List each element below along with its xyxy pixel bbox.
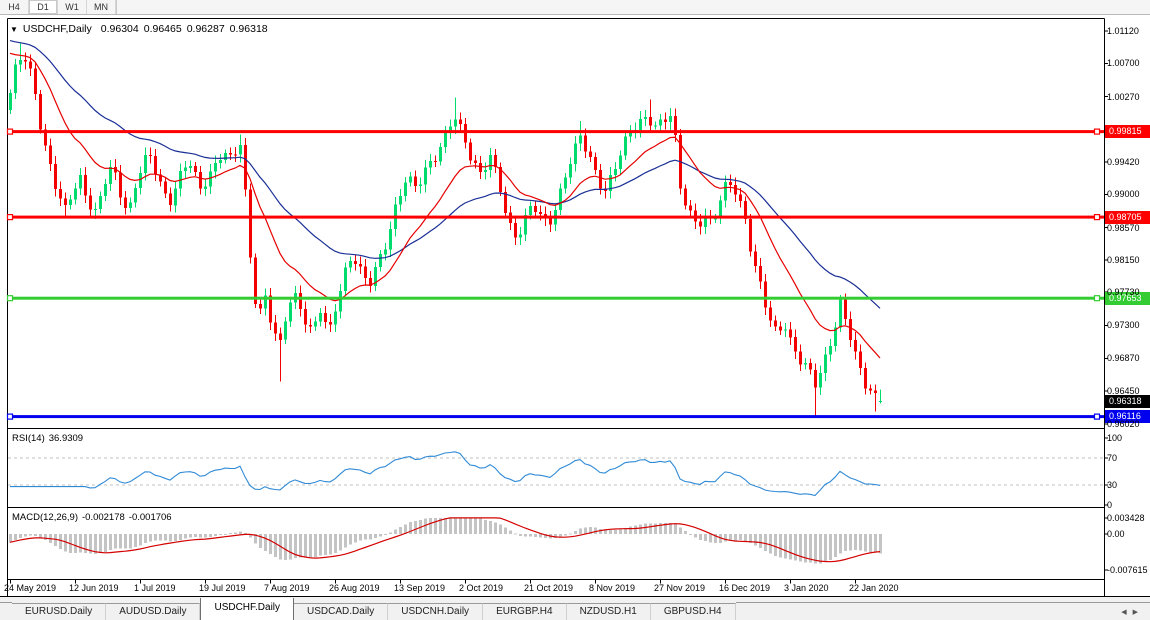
macd-signal-value: -0.001706	[129, 512, 172, 523]
rsi-axis-tick-2: 30	[1107, 480, 1150, 490]
symbol-tab-usdcad-daily[interactable]: USDCAD.Daily	[294, 603, 388, 620]
date-label-3: 19 Jul 2019	[199, 583, 246, 593]
macd-value: -0.002178	[82, 512, 125, 523]
rsi-label: RSI(14) 36.9309	[12, 433, 87, 444]
window-marker-icon: ▼	[10, 25, 18, 34]
macd-axis-tick-0: 0.003428	[1107, 513, 1150, 523]
date-label-8: 21 Oct 2019	[524, 583, 573, 593]
symbol-tab-usdchf-daily[interactable]: USDCHF.Daily	[200, 598, 294, 620]
macd-name: MACD(12,26,9)	[12, 512, 78, 523]
date-label-11: 16 Dec 2019	[719, 583, 770, 593]
rsi-axis-tick-3: 0	[1107, 500, 1150, 510]
date-label-4: 7 Aug 2019	[264, 583, 310, 593]
price-chart-canvas[interactable]	[0, 0, 1150, 620]
rsi-axis-tick-1: 70	[1107, 453, 1150, 463]
date-label-10: 27 Nov 2019	[654, 583, 705, 593]
symbol-tab-gbpusd-h4[interactable]: GBPUSD.H4	[651, 603, 736, 620]
tab-scroll-right-icon[interactable]: ▶	[1133, 609, 1144, 616]
date-label-0: 24 May 2019	[4, 583, 56, 593]
tab-bar-spacer	[0, 602, 12, 620]
quote-close: 0.96318	[230, 23, 268, 35]
tab-bar-filler	[736, 602, 1150, 620]
price-axis-tick-7: 0.97730	[1107, 287, 1150, 297]
current-price-badge: 0.96318	[1105, 395, 1150, 408]
symbol-label: USDCHF,Daily	[23, 23, 92, 35]
date-label-13: 22 Jan 2020	[849, 583, 899, 593]
timeframe-bar: H4D1W1MN	[0, 0, 1150, 15]
symbol-tab-eurgbp-h4[interactable]: EURGBP.H4	[483, 603, 567, 620]
date-label-12: 3 Jan 2020	[784, 583, 829, 593]
timeframe-button-mn[interactable]: MN	[87, 0, 116, 14]
timeframe-button-w1[interactable]: W1	[58, 0, 87, 14]
price-axis-tick-1: 1.00700	[1107, 58, 1150, 68]
macd-axis-tick-2: -0.007615	[1107, 565, 1150, 575]
date-label-7: 2 Oct 2019	[459, 583, 503, 593]
timeframe-button-d1[interactable]: D1	[29, 0, 58, 14]
price-axis-tick-2: 1.00270	[1107, 92, 1150, 102]
symbol-tab-nzdusd-h1[interactable]: NZDUSD.H1	[567, 603, 651, 620]
chart-title: ▼ USDCHF,Daily 0.96304 0.96465 0.96287 0…	[10, 23, 273, 35]
symbol-tab-usdcnh-daily[interactable]: USDCNH.Daily	[388, 603, 483, 620]
macd-label: MACD(12,26,9) -0.002178 -0.001706	[12, 512, 176, 523]
rsi-value: 36.9309	[49, 433, 83, 444]
price-axis-tick-5: 0.98570	[1107, 223, 1150, 233]
timeframe-bar-separator	[116, 0, 117, 14]
price-axis-tick-4: 0.99000	[1107, 189, 1150, 199]
symbol-tab-eurusd-daily[interactable]: EURUSD.Daily	[12, 603, 106, 620]
macd-axis-tick-1: 0.00	[1107, 529, 1150, 539]
date-label-2: 1 Jul 2019	[134, 583, 176, 593]
symbol-tab-bar: EURUSD.DailyAUDUSD.DailyUSDCHF.DailyUSDC…	[0, 597, 1150, 620]
mt4-window: H4D1W1MN ▼ USDCHF,Daily 0.96304 0.96465 …	[0, 0, 1150, 620]
price-axis-tick-0: 1.01120	[1107, 26, 1150, 36]
symbol-tab-audusd-daily[interactable]: AUDUSD.Daily	[106, 603, 200, 620]
date-label-6: 13 Sep 2019	[394, 583, 445, 593]
quote-low: 0.96287	[187, 23, 225, 35]
date-label-1: 12 Jun 2019	[69, 583, 119, 593]
rsi-name: RSI(14)	[12, 433, 45, 444]
timeframe-button-h4[interactable]: H4	[0, 0, 29, 14]
rsi-axis-tick-0: 100	[1107, 433, 1150, 443]
date-label-9: 8 Nov 2019	[589, 583, 635, 593]
price-axis-tick-9: 0.96870	[1107, 353, 1150, 363]
tab-scroll-arrows: ◀▶	[1121, 608, 1144, 616]
price-axis-tick-3: 0.99420	[1107, 157, 1150, 167]
quote-open: 0.96304	[101, 23, 139, 35]
quote-high: 0.96465	[144, 23, 182, 35]
hline-price-badge-0: 0.99815	[1105, 125, 1150, 138]
tab-scroll-left-icon[interactable]: ◀	[1121, 609, 1132, 616]
date-label-5: 26 Aug 2019	[329, 583, 380, 593]
price-axis-tick-6: 0.98150	[1107, 255, 1150, 265]
price-axis-tick-8: 0.97300	[1107, 320, 1150, 330]
price-axis-tick-11: 0.96020	[1107, 419, 1150, 429]
